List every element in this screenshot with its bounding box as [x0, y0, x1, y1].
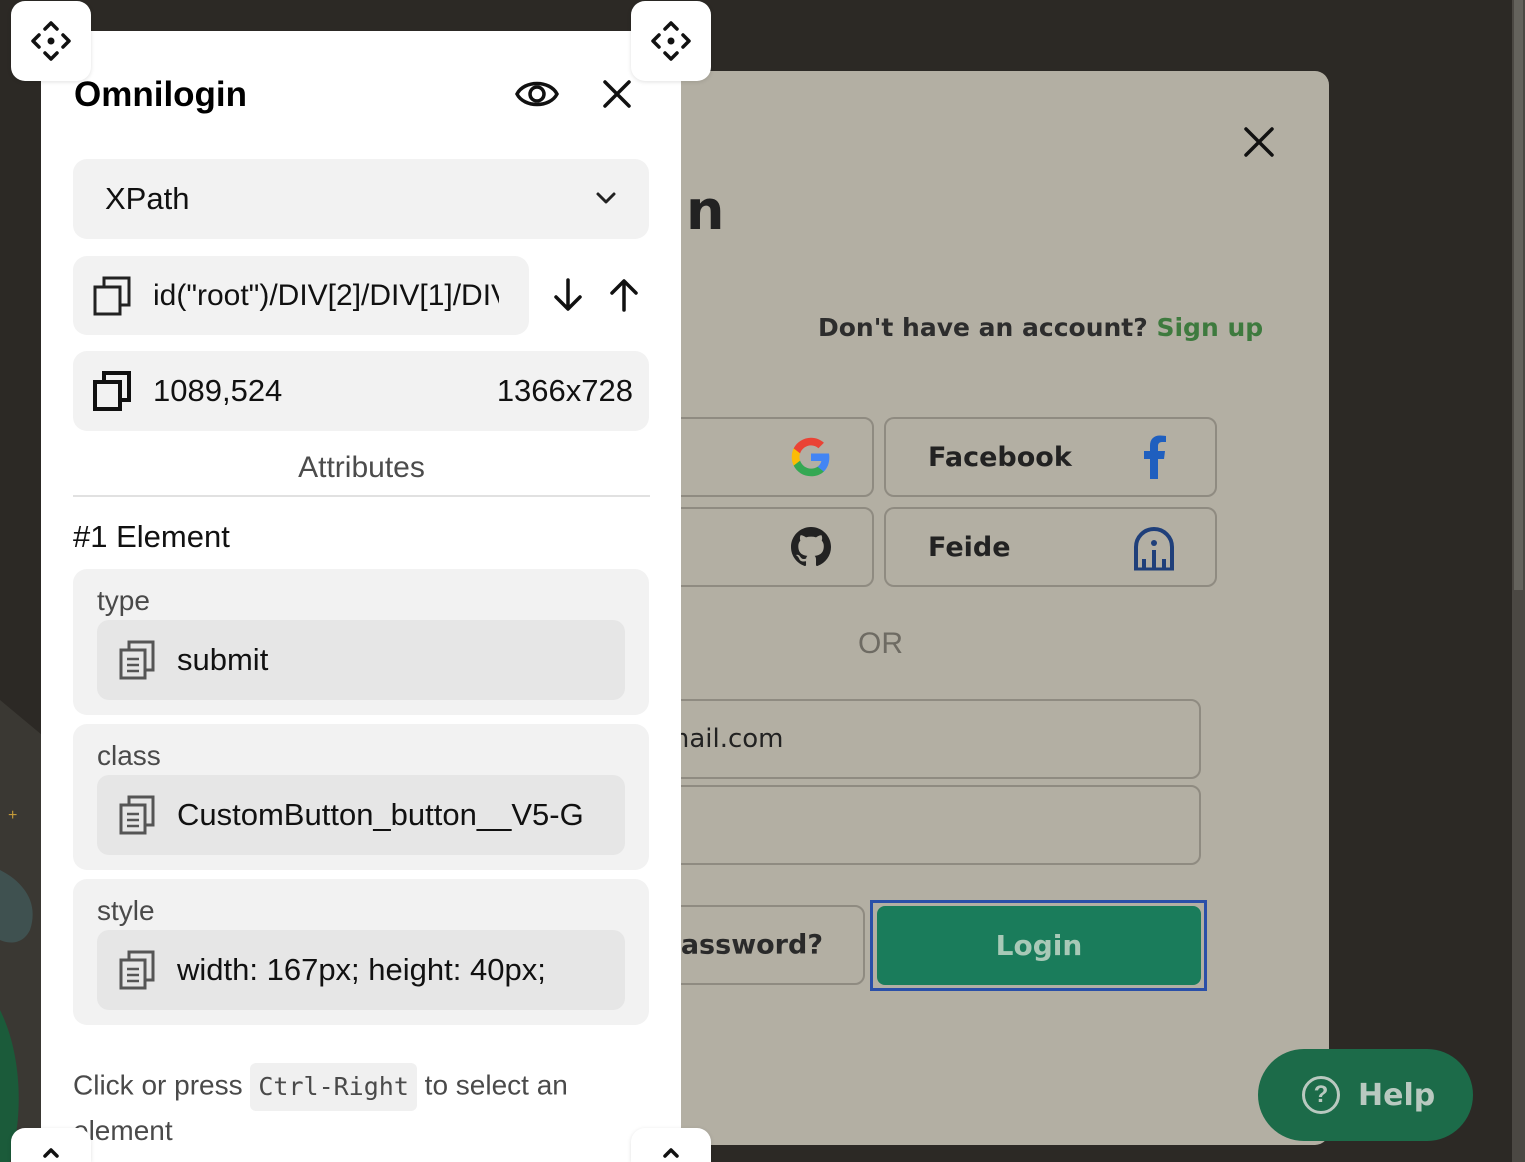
- copy-icon[interactable]: [119, 950, 155, 990]
- locator-type-select[interactable]: XPath: [73, 159, 649, 239]
- feide-login-button[interactable]: Feide: [884, 507, 1217, 587]
- page-scrollbar-thumb[interactable]: [1514, 0, 1523, 590]
- locator-type-value: XPath: [105, 181, 190, 216]
- copy-icon[interactable]: [119, 795, 155, 835]
- attribute-style: style width: 167px; height: 40px;: [73, 879, 649, 1025]
- attributes-heading: Attributes: [73, 451, 650, 497]
- modal-close-icon[interactable]: [1240, 123, 1278, 161]
- attribute-value-box[interactable]: width: 167px; height: 40px;: [97, 930, 625, 1010]
- drag-handle-top-left[interactable]: [11, 1, 91, 81]
- xpath-field[interactable]: id("root")/DIV[2]/DIV[1]/DIV[2]/FORM[1]/…: [73, 256, 529, 335]
- attribute-key: style: [97, 895, 155, 926]
- screen-size-value: 1366x728: [496, 373, 633, 408]
- feide-label: Feide: [928, 531, 1011, 563]
- coordinates-value: 1089,524: [153, 373, 283, 408]
- forgot-password-label: Password?: [661, 929, 823, 961]
- chevron-down-icon: [596, 192, 616, 204]
- drag-handle-bottom-right[interactable]: [631, 1128, 711, 1162]
- drag-handle-bottom-left[interactable]: [11, 1128, 91, 1162]
- omnilogin-panel: Omnilogin XPath id("root")/DIV[2]/DIV[1]…: [41, 31, 681, 1162]
- drag-handle-top-right[interactable]: [631, 1, 711, 81]
- eye-icon[interactable]: [514, 74, 560, 114]
- shortcut-key: Ctrl-Right: [250, 1063, 417, 1111]
- copy-icon[interactable]: [93, 276, 131, 316]
- login-label: Login: [995, 929, 1083, 962]
- email-value: mail.com: [664, 724, 784, 754]
- facebook-login-button[interactable]: Facebook: [884, 417, 1217, 497]
- attribute-value: CustomButton_button__V5-G: [177, 797, 584, 832]
- svg-text:+: +: [8, 807, 17, 824]
- copy-icon[interactable]: [93, 371, 131, 411]
- attribute-class: class CustomButton_button__V5-G: [73, 724, 649, 870]
- selection-hint: Click or press Ctrl-Right to select an e…: [73, 1063, 633, 1151]
- signup-link[interactable]: Sign up: [1156, 313, 1263, 342]
- help-button[interactable]: ? Help: [1258, 1049, 1473, 1141]
- facebook-label: Facebook: [928, 441, 1072, 473]
- facebook-icon: [1131, 434, 1177, 480]
- attribute-value-box[interactable]: CustomButton_button__V5-G: [97, 775, 625, 855]
- attribute-value: submit: [177, 642, 269, 677]
- feide-icon: [1131, 524, 1177, 571]
- attribute-key: type: [97, 585, 150, 616]
- github-icon: [788, 524, 834, 570]
- panel-title: Omnilogin: [74, 75, 248, 114]
- signup-prompt: Don't have an account? Sign up: [818, 313, 1263, 342]
- attribute-key: class: [97, 740, 161, 771]
- hint-text-before: Click or press: [73, 1069, 243, 1101]
- panel-close-icon[interactable]: [601, 78, 633, 110]
- help-label: Help: [1358, 1077, 1436, 1113]
- element-heading: #1 Element: [73, 519, 230, 554]
- login-button[interactable]: Login: [877, 906, 1201, 985]
- coordinates-field: 1089,524 1366x728: [73, 351, 649, 431]
- modal-title: n: [686, 179, 725, 242]
- arrow-up-icon[interactable]: [607, 277, 641, 313]
- no-account-text: Don't have an account?: [818, 313, 1148, 342]
- arrow-down-icon[interactable]: [551, 277, 585, 313]
- move-icon: [31, 21, 71, 61]
- copy-icon[interactable]: [119, 640, 155, 680]
- move-icon: [43, 1148, 59, 1158]
- xpath-value: id("root")/DIV[2]/DIV[1]/DIV[2]/FORM[1]/…: [153, 278, 499, 312]
- move-icon: [663, 1148, 679, 1158]
- attribute-value: width: 167px; height: 40px;: [177, 952, 546, 987]
- question-circle-icon: ?: [1302, 1076, 1340, 1114]
- move-icon: [651, 21, 691, 61]
- attribute-type: type submit: [73, 569, 649, 715]
- attribute-value-box[interactable]: submit: [97, 620, 625, 700]
- or-divider-text: OR: [858, 627, 903, 660]
- google-icon: [788, 434, 834, 480]
